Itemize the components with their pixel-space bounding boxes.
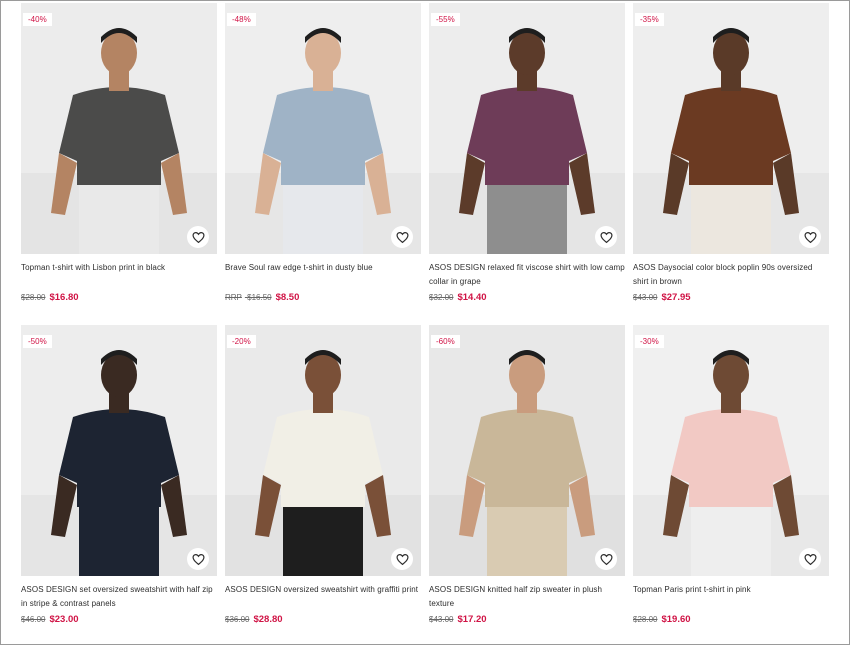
save-for-later-button[interactable] <box>391 226 413 248</box>
price-row: RRP $16.50 $8.50 <box>225 292 421 303</box>
sale-price: $16.80 <box>49 292 79 303</box>
product-image[interactable]: -30% <box>633 325 829 576</box>
heart-icon <box>803 231 817 243</box>
save-for-later-button[interactable] <box>799 226 821 248</box>
model-photo <box>633 3 829 254</box>
product-card[interactable]: -48% Brave Soul raw edge t-shirt in dust… <box>225 3 421 303</box>
model-photo <box>225 3 421 254</box>
product-title[interactable]: Topman Paris print t-shirt in pink <box>633 583 829 611</box>
model-photo <box>429 325 625 576</box>
save-for-later-button[interactable] <box>595 548 617 570</box>
discount-badge: -30% <box>635 335 664 348</box>
model-photo <box>21 3 217 254</box>
original-price-value: $28.00 <box>21 293 46 302</box>
price-row: $36.00 $28.80 <box>225 614 421 625</box>
original-price: RRP $16.50 <box>225 293 272 302</box>
original-price-value: $32.00 <box>429 293 454 302</box>
heart-icon <box>599 553 613 565</box>
heart-icon <box>395 231 409 243</box>
sale-price: $14.40 <box>457 292 487 303</box>
product-image[interactable]: -60% <box>429 325 625 576</box>
product-title[interactable]: ASOS DESIGN oversized sweatshirt with gr… <box>225 583 421 611</box>
sale-price: $19.60 <box>661 614 691 625</box>
heart-icon <box>803 553 817 565</box>
discount-badge: -60% <box>431 335 460 348</box>
discount-badge: -48% <box>227 13 256 26</box>
discount-badge: -55% <box>431 13 460 26</box>
save-for-later-button[interactable] <box>391 548 413 570</box>
rrp-label: RRP <box>225 293 242 302</box>
product-image[interactable]: -55% <box>429 3 625 254</box>
original-price: $43.00 <box>429 615 453 624</box>
product-image[interactable]: -40% <box>21 3 217 254</box>
product-title[interactable]: ASOS DESIGN knitted half zip sweater in … <box>429 583 625 611</box>
product-card[interactable]: -40% Topman t-shirt with Lisbon print in… <box>21 3 217 303</box>
original-price-value: $43.00 <box>633 293 658 302</box>
product-title[interactable]: Brave Soul raw edge t-shirt in dusty blu… <box>225 261 421 289</box>
original-price: $28.00 <box>633 615 657 624</box>
price-row: $32.00 $14.40 <box>429 292 625 303</box>
sale-price: $28.80 <box>253 614 283 625</box>
original-price: $28.00 <box>21 293 45 302</box>
original-price-value: $43.00 <box>429 615 454 624</box>
model-photo <box>21 325 217 576</box>
original-price-value: $46.00 <box>21 615 46 624</box>
price-row: $28.00 $16.80 <box>21 292 217 303</box>
price-row: $46.00 $23.00 <box>21 614 217 625</box>
heart-icon <box>191 231 205 243</box>
product-card[interactable]: -35% ASOS Daysocial color block poplin 9… <box>633 3 829 303</box>
save-for-later-button[interactable] <box>595 226 617 248</box>
save-for-later-button[interactable] <box>799 548 821 570</box>
product-title[interactable]: ASOS DESIGN relaxed fit viscose shirt wi… <box>429 261 625 289</box>
product-image[interactable]: -48% <box>225 3 421 254</box>
sale-price: $17.20 <box>457 614 487 625</box>
original-price-value: $36.00 <box>225 615 250 624</box>
model-photo <box>429 3 625 254</box>
model-photo <box>633 325 829 576</box>
original-price: $43.00 <box>633 293 657 302</box>
original-price: $46.00 <box>21 615 45 624</box>
sale-price: $23.00 <box>49 614 79 625</box>
product-card[interactable]: -30% Topman Paris print t-shirt in pink … <box>633 325 829 625</box>
sale-price: $8.50 <box>275 292 300 303</box>
product-title[interactable]: ASOS DESIGN set oversized sweatshirt wit… <box>21 583 217 611</box>
model-photo <box>225 325 421 576</box>
original-price: $36.00 <box>225 615 249 624</box>
original-price-value: $16.50 <box>247 293 272 302</box>
product-card[interactable]: -50% ASOS DESIGN set oversized sweatshir… <box>21 325 217 625</box>
original-price: $32.00 <box>429 293 453 302</box>
discount-badge: -40% <box>23 13 52 26</box>
discount-badge: -35% <box>635 13 664 26</box>
save-for-later-button[interactable] <box>187 226 209 248</box>
product-card[interactable]: -55% ASOS DESIGN relaxed fit viscose shi… <box>429 3 625 303</box>
product-title[interactable]: Topman t-shirt with Lisbon print in blac… <box>21 261 217 289</box>
price-row: $43.00 $17.20 <box>429 614 625 625</box>
product-image[interactable]: -35% <box>633 3 829 254</box>
save-for-later-button[interactable] <box>187 548 209 570</box>
product-card[interactable]: -20% ASOS DESIGN oversized sweatshirt wi… <box>225 325 421 625</box>
price-row: $43.00 $27.95 <box>633 292 829 303</box>
original-price-value: $28.00 <box>633 615 658 624</box>
product-image[interactable]: -20% <box>225 325 421 576</box>
heart-icon <box>599 231 613 243</box>
product-image[interactable]: -50% <box>21 325 217 576</box>
discount-badge: -20% <box>227 335 256 348</box>
product-card[interactable]: -60% ASOS DESIGN knitted half zip sweate… <box>429 325 625 625</box>
heart-icon <box>191 553 205 565</box>
price-row: $28.00 $19.60 <box>633 614 829 625</box>
heart-icon <box>395 553 409 565</box>
sale-price: $27.95 <box>661 292 691 303</box>
discount-badge: -50% <box>23 335 52 348</box>
product-title[interactable]: ASOS Daysocial color block poplin 90s ov… <box>633 261 829 289</box>
